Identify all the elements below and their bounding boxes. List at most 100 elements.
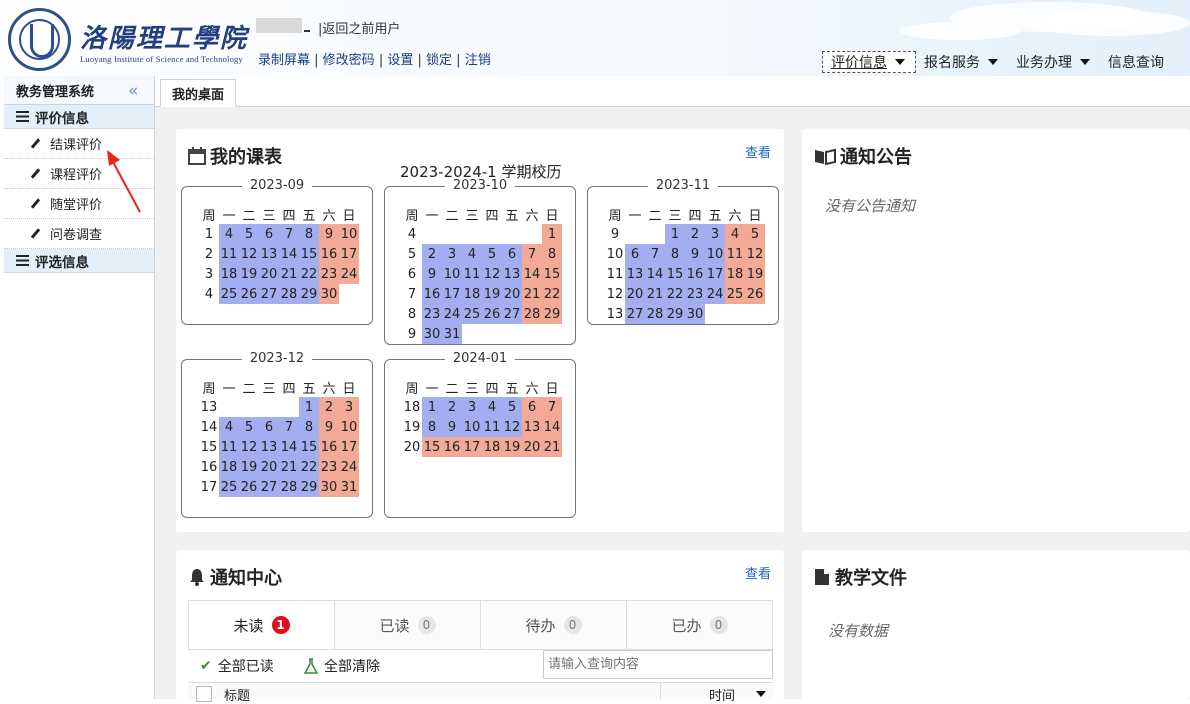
dropdown-arrow-icon [1080, 58, 1090, 65]
mark-all-read-button[interactable]: ✔ 全部已读 [200, 656, 274, 676]
day-cell: 27 [259, 284, 279, 304]
lock-link[interactable]: 锁定 [426, 53, 452, 68]
day-cell: 4 [482, 397, 502, 417]
weekday-header: 周 [202, 381, 216, 397]
day-cell: 24 [339, 264, 359, 284]
notify-view-link[interactable]: 查看 [745, 563, 771, 582]
read-count-badge: 0 [417, 616, 436, 634]
weekday-header: 周 [405, 208, 419, 224]
weekday-header: 四 [485, 208, 499, 224]
notice-card: 通知公告 没有公告通知 [802, 129, 1190, 532]
tab-read[interactable]: 已读 0 [335, 601, 481, 649]
nav-business[interactable]: 业务办理 [1008, 48, 1100, 75]
day-cell [219, 397, 239, 417]
week-number: 8 [407, 306, 417, 322]
day-cell: 16 [319, 244, 339, 264]
weekday-header: 周 [202, 208, 216, 224]
day-cell: 21 [279, 457, 299, 477]
unread-count-badge: 1 [271, 616, 290, 634]
sidebar-section-selection[interactable]: 评选信息 [4, 249, 154, 273]
select-all-checkbox[interactable] [196, 686, 212, 702]
clear-all-button[interactable]: 全部清除 [304, 656, 380, 676]
notify-tabs: 未读 1 已读 0 待办 0 已办 0 [188, 600, 773, 650]
nav-query[interactable]: 信息查询 [1100, 48, 1174, 75]
day-cell: 8 [299, 224, 319, 244]
day-cell: 3 [339, 397, 359, 417]
day-cell: 19 [239, 457, 259, 477]
settings-link[interactable]: 设置 [387, 53, 413, 68]
day-cell: 1 [299, 397, 319, 417]
day-cell: 12 [502, 417, 522, 437]
record-screen-link[interactable]: 录制屏幕 [258, 53, 310, 68]
week-number: 9 [407, 326, 417, 342]
day-cell: 15 [299, 244, 319, 264]
day-cell: 10 [442, 264, 462, 284]
weekday-header: 二 [445, 381, 459, 397]
tab-my-desktop[interactable]: 我的桌面 [160, 79, 236, 107]
week-number: 4 [407, 226, 417, 242]
day-cell: 28 [645, 304, 665, 324]
day-cell: 27 [502, 304, 522, 324]
day-cell [625, 224, 645, 244]
week-number: 14 [200, 419, 218, 435]
teaching-files-card: 教学文件 没有数据 [802, 550, 1190, 699]
school-name-en: Luoyang Institute of Science and Technol… [80, 54, 243, 64]
collapse-icon[interactable]: « [128, 81, 138, 101]
day-cell: 30 [685, 304, 705, 324]
day-cell: 3 [442, 244, 462, 264]
schedule-view-link[interactable]: 查看 [745, 142, 771, 161]
day-cell: 20 [522, 437, 542, 457]
weekday-header: 四 [282, 381, 296, 397]
book-icon [815, 148, 836, 165]
sidebar-item-questionnaire[interactable]: 问卷调查 [4, 219, 154, 249]
day-cell: 23 [319, 264, 339, 284]
day-cell: 26 [482, 304, 502, 324]
day-cell: 2 [422, 244, 442, 264]
day-cell [259, 397, 279, 417]
day-cell: 9 [422, 264, 442, 284]
tab-unread[interactable]: 未读 1 [189, 601, 335, 649]
tab-done[interactable]: 已办 0 [627, 601, 772, 649]
back-to-previous-user-link[interactable]: |返回之前用户 [318, 18, 400, 37]
tab-todo[interactable]: 待办 0 [481, 601, 627, 649]
done-count-badge: 0 [709, 616, 728, 634]
schedule-card: 我的课表 查看 2023-2024-1 学期校历 2023-09 周一二三四五六日… [176, 129, 784, 532]
day-cell: 25 [219, 284, 239, 304]
logout-link[interactable]: 注销 [465, 53, 491, 68]
weekday-header: 四 [485, 381, 499, 397]
day-cell: 21 [645, 284, 665, 304]
day-cell: 11 [219, 437, 239, 457]
month-label: 2023-10 [444, 178, 516, 193]
sidebar-section-evaluation[interactable]: 评价信息 [4, 105, 154, 129]
nav-registration[interactable]: 报名服务 [916, 48, 1008, 75]
school-name-cn: 洛陽理工學院 [80, 24, 249, 54]
weekday-header: 一 [425, 381, 439, 397]
day-cell: 20 [259, 457, 279, 477]
day-cell: 29 [542, 304, 562, 324]
column-time[interactable]: 时间 [709, 685, 735, 704]
change-password-link[interactable]: 修改密码 [323, 53, 375, 68]
teaching-files-empty: 没有数据 [828, 622, 889, 640]
sort-arrow-icon[interactable] [756, 691, 766, 697]
weekday-header: 四 [282, 208, 296, 224]
day-cell: 23 [685, 284, 705, 304]
nav-evaluation[interactable]: 评价信息 [822, 50, 916, 73]
search-input[interactable] [543, 650, 773, 679]
week-number: 6 [407, 266, 417, 282]
day-cell: 2 [442, 397, 462, 417]
main-content: 我的课表 查看 2023-2024-1 学期校历 2023-09 周一二三四五六日… [155, 107, 1190, 704]
schedule-title: 我的课表 [188, 143, 282, 169]
month-label: 2024-01 [444, 351, 516, 366]
weekday-header: 日 [545, 381, 559, 397]
column-title: 标题 [224, 689, 251, 704]
header: 洛陽理工學院 Luoyang Institute of Science and … [0, 0, 1190, 76]
day-cell: 10 [339, 417, 359, 437]
day-cell [462, 324, 482, 344]
day-cell: 16 [319, 437, 339, 457]
day-cell: 7 [645, 244, 665, 264]
weekday-header: 六 [525, 381, 539, 397]
school-seal-logo [8, 8, 71, 71]
weekday-header: 日 [342, 381, 356, 397]
day-cell: 17 [442, 284, 462, 304]
day-cell: 20 [625, 284, 645, 304]
